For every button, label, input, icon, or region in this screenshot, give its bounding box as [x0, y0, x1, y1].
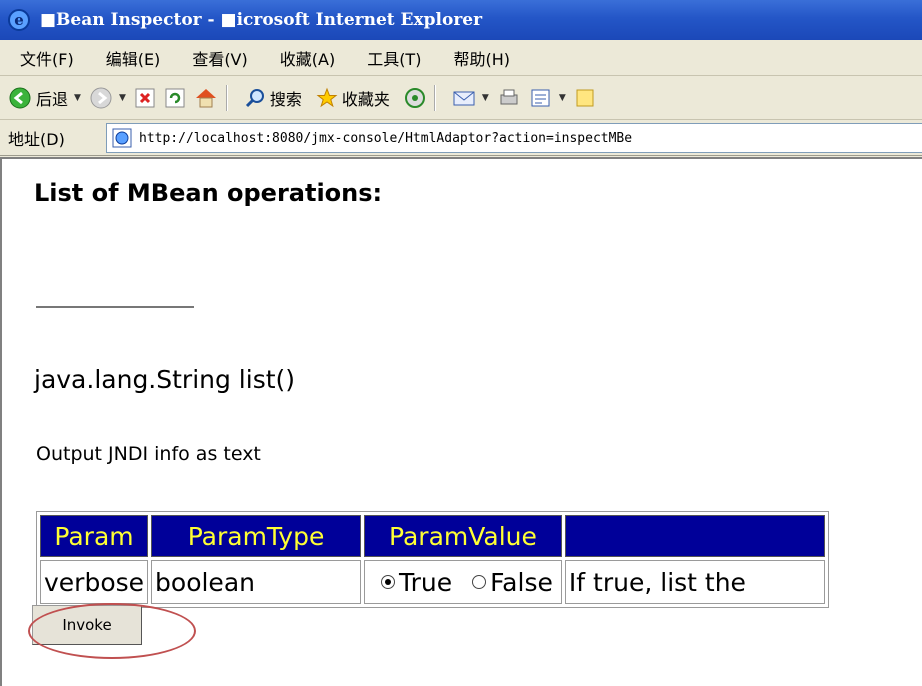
header-description: [564, 515, 825, 557]
chevron-down-icon[interactable]: ▼: [559, 93, 566, 103]
search-button[interactable]: 搜索: [244, 86, 302, 110]
radio-true-label: True: [399, 567, 453, 597]
favorites-button[interactable]: 收藏夹: [316, 86, 390, 110]
radio-true[interactable]: [381, 574, 396, 589]
page-content: List of MBean operations: java.lang.Stri…: [0, 157, 922, 686]
stop-button[interactable]: [134, 87, 156, 109]
refresh-button[interactable]: [164, 87, 186, 109]
cell-param-value: True False: [364, 560, 562, 604]
star-icon: [316, 87, 338, 107]
discuss-button[interactable]: [574, 87, 596, 109]
menu-favorites[interactable]: 收藏(A): [262, 46, 349, 70]
menu-bar: 文件(F) 编辑(E) 查看(V) 收藏(A) 工具(T) 帮助(H): [0, 40, 922, 76]
mail-icon: [453, 91, 475, 105]
media-icon: [404, 87, 425, 108]
address-url: http://localhost:8080/jmx-console/HtmlAd…: [139, 130, 633, 146]
table-header-row: Param ParamType ParamValue: [40, 515, 825, 557]
address-input[interactable]: http://localhost:8080/jmx-console/HtmlAd…: [106, 123, 922, 153]
annotation-circle: [28, 603, 196, 659]
header-param-type: ParamType: [151, 515, 362, 557]
radio-false[interactable]: [472, 574, 487, 589]
mail-button[interactable]: ▼: [452, 88, 489, 108]
edit-button[interactable]: ▼: [529, 87, 566, 109]
chevron-down-icon[interactable]: ▼: [119, 93, 126, 103]
menu-tools[interactable]: 工具(T): [349, 46, 435, 70]
home-icon: [195, 88, 216, 107]
menu-view[interactable]: 查看(V): [174, 46, 261, 70]
cell-param: verbose: [40, 560, 149, 604]
internet-explorer-icon: e: [6, 7, 32, 33]
svg-text:e: e: [14, 11, 24, 29]
menu-edit[interactable]: 编辑(E): [88, 46, 175, 70]
search-label: 搜索: [269, 89, 302, 109]
stop-icon: [135, 88, 155, 107]
address-label: 地址(D): [8, 129, 65, 149]
search-icon: [245, 88, 264, 107]
back-label: 后退: [36, 89, 69, 109]
header-param: Param: [40, 515, 149, 557]
chevron-down-icon[interactable]: ▼: [74, 93, 81, 103]
page-icon: [112, 128, 132, 148]
address-bar: 地址(D) http://localhost:8080/jmx-console/…: [0, 120, 922, 156]
operation-description: Output JNDI info as text: [36, 443, 261, 465]
menu-file[interactable]: 文件(F): [0, 46, 88, 70]
print-icon: [500, 89, 518, 104]
params-table: Param ParamType ParamValue verbose boole…: [36, 511, 829, 608]
edit-page-icon: [531, 89, 550, 106]
cell-param-type: boolean: [151, 560, 362, 604]
toolbar-separator: [225, 84, 228, 111]
radio-false-label: False: [490, 567, 553, 597]
media-button[interactable]: [404, 87, 426, 109]
note-icon: [576, 89, 594, 106]
back-button[interactable]: 后退 ▼: [8, 86, 81, 110]
menu-help[interactable]: 帮助(H): [435, 46, 524, 70]
forward-button[interactable]: ▼: [89, 86, 126, 110]
favorites-label: 收藏夹: [341, 89, 390, 109]
page-title: List of MBean operations:: [34, 179, 383, 207]
toolbar: 后退 ▼ ▼ 搜索 收藏夹 ▼ ▼: [0, 76, 922, 120]
chevron-down-icon[interactable]: ▼: [482, 93, 489, 103]
table-row: verbose boolean True False If true, list…: [40, 560, 825, 604]
operation-signature: java.lang.String list(): [34, 365, 296, 394]
window-title: ■Bean Inspector - ■icrosoft Internet Exp…: [40, 10, 483, 30]
header-param-value: ParamValue: [364, 515, 562, 557]
forward-arrow-icon: [90, 87, 112, 108]
cell-description: If true, list the: [564, 560, 825, 604]
home-button[interactable]: [194, 87, 218, 109]
back-arrow-icon: [9, 87, 31, 108]
print-button[interactable]: [497, 87, 521, 109]
toolbar-separator: [433, 84, 436, 111]
refresh-icon: [165, 88, 185, 107]
horizontal-rule: [36, 306, 194, 308]
window-title-bar: e ■Bean Inspector - ■icrosoft Internet E…: [0, 0, 922, 40]
